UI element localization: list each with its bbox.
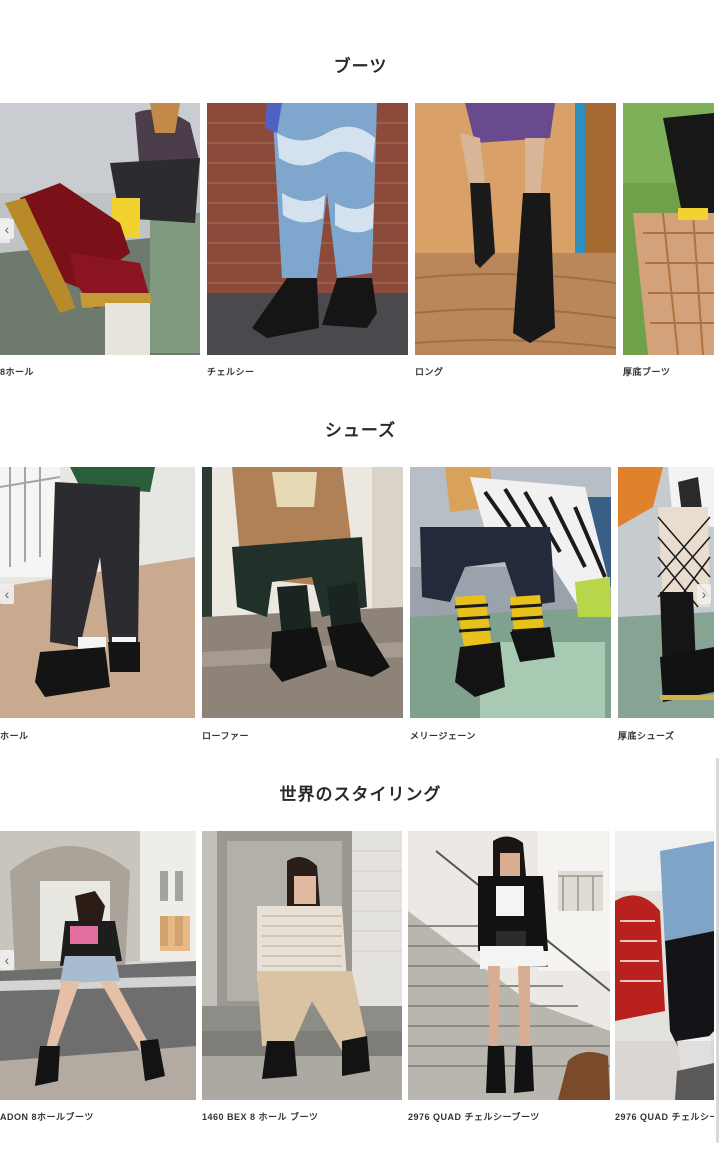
product-image[interactable] — [0, 103, 200, 355]
product-image[interactable] — [408, 831, 610, 1100]
carousel-prev-arrow[interactable]: ‹ — [0, 950, 14, 970]
product-image[interactable] — [202, 467, 403, 718]
product-image[interactable] — [0, 831, 196, 1100]
styling-card-quad-chelsea-2[interactable]: 2976 QUAD チェルシーブー — [615, 831, 714, 1126]
product-label[interactable]: ADON 8ホールブーツ — [0, 1110, 94, 1123]
page: ブーツ 8ホール チェルシー ロング 厚底ブーツ ‹ シューズ ホール ローファ… — [0, 0, 721, 1155]
styling-card-bex[interactable]: 1460 BEX 8 ホール ブーツ — [202, 831, 402, 1126]
product-card-platform-boots[interactable]: 厚底ブーツ — [623, 103, 714, 383]
product-card-platform-shoes[interactable]: 厚底シューズ — [618, 467, 714, 747]
product-image[interactable] — [207, 103, 408, 355]
carousel-prev-arrow[interactable]: ‹ — [0, 219, 14, 239]
product-label[interactable]: 2976 QUAD チェルシーブー — [615, 1110, 714, 1123]
section-title-styling: 世界のスタイリング — [279, 785, 442, 804]
product-label[interactable]: メリージェーン — [410, 729, 476, 742]
styling-card-quad-chelsea[interactable]: 2976 QUAD チェルシーブーツ — [408, 831, 610, 1126]
product-label[interactable]: チェルシー — [207, 365, 255, 378]
product-label[interactable]: 厚底シューズ — [618, 729, 675, 742]
carousel-shoes[interactable]: ホール ローファー メリージェーン 厚底シューズ ‹ › — [0, 467, 721, 747]
product-card-long[interactable]: ロング — [415, 103, 616, 383]
product-card-loafer[interactable]: ローファー — [202, 467, 403, 747]
product-label[interactable]: 1460 BEX 8 ホール ブーツ — [202, 1110, 318, 1123]
carousel-prev-arrow[interactable]: ‹ — [0, 584, 14, 604]
product-label[interactable]: 厚底ブーツ — [623, 365, 670, 378]
section-title-boots: ブーツ — [333, 57, 388, 76]
product-image[interactable] — [615, 831, 714, 1100]
product-label[interactable]: ロング — [415, 365, 444, 378]
carousel-boots[interactable]: 8ホール チェルシー ロング 厚底ブーツ ‹ — [0, 103, 721, 383]
product-image[interactable] — [0, 467, 195, 718]
product-image[interactable] — [202, 831, 402, 1100]
product-card-hole[interactable]: ホール — [0, 467, 195, 747]
product-image[interactable] — [410, 467, 611, 718]
page-scrollbar[interactable] — [716, 758, 719, 1143]
styling-card-adon[interactable]: ADON 8ホールブーツ — [0, 831, 196, 1126]
product-image[interactable] — [415, 103, 616, 355]
product-card-chelsea[interactable]: チェルシー — [207, 103, 408, 383]
product-card-8hole[interactable]: 8ホール — [0, 103, 200, 383]
carousel-next-arrow[interactable]: › — [697, 584, 711, 604]
product-label[interactable]: ローファー — [202, 729, 249, 742]
product-label[interactable]: 8ホール — [0, 365, 34, 378]
carousel-styling[interactable]: ADON 8ホールブーツ 1460 BEX 8 ホール ブーツ 2976 QUA… — [0, 831, 721, 1126]
product-label[interactable]: 2976 QUAD チェルシーブーツ — [408, 1110, 540, 1123]
product-card-mary-jane[interactable]: メリージェーン — [410, 467, 611, 747]
section-title-shoes: シューズ — [324, 421, 397, 440]
product-label[interactable]: ホール — [0, 729, 29, 742]
product-image[interactable] — [623, 103, 714, 355]
